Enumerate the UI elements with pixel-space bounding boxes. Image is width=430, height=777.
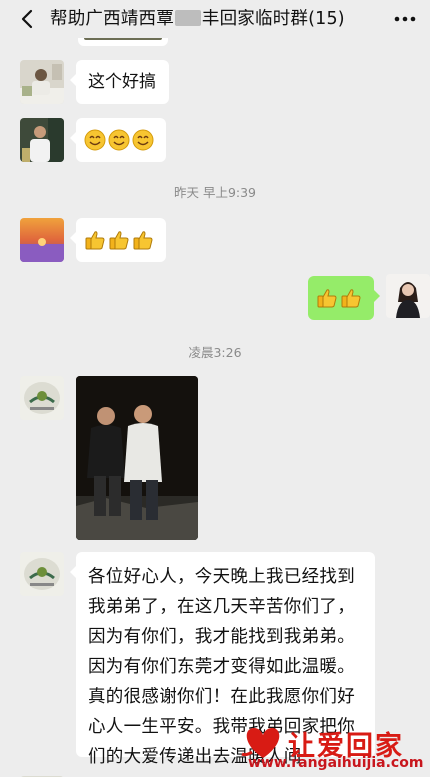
message-bubble[interactable]: 这个好搞 [70,60,169,104]
thumbs-up-icon [341,289,361,308]
emoji-row [84,128,158,152]
message-line: 各位好心人，今天晚上我已经找到 [88,567,355,587]
chat-header: 帮助广西靖西覃 丰回家临时群(15) [0,0,430,38]
avatar[interactable] [20,218,64,262]
emoji-row [84,228,158,252]
message-line: 因为有你们东莞才变得如此温暖。 [88,657,355,677]
self-avatar[interactable] [386,274,430,318]
redacted-block [174,10,201,26]
ellipsis-icon[interactable] [394,16,416,22]
message-line: 真的很感谢你们！在此我愿你们好 [88,687,355,707]
avatar[interactable] [20,376,64,420]
thumbs-up-icon [109,231,129,250]
chevron-left-icon[interactable] [17,8,39,30]
watermark-url: www.rangaihuijia.com [248,755,424,771]
avatar[interactable] [20,60,64,104]
chat-title-part1: 帮助广西靖西覃 [50,9,174,29]
message-bubble[interactable] [70,218,166,262]
chat-title-part2: 丰回家临时群(15) [201,9,345,29]
message-line: 因为有你们，我才能找到我弟弟。 [88,627,355,647]
watermark-logo: 让爱回家 www.rangaihuijia.com [236,722,430,777]
message-text: 这个好搞 [88,72,156,92]
timestamp: 昨天 早上9:39 [173,185,257,200]
smile-emoji-icon [132,129,154,151]
self-message-bubble[interactable] [308,276,380,320]
timestamp: 凌晨3:26 [188,345,242,360]
avatar[interactable] [20,769,64,777]
chat-title: 帮助广西靖西覃 丰回家临时群(15) [50,6,345,32]
avatar[interactable] [20,118,64,162]
thumbs-up-icon [317,289,337,308]
message-bubble[interactable] [70,118,166,162]
message-line: 我弟弟了，在这几天辛苦你们了， [88,597,355,617]
smile-emoji-icon [84,129,106,151]
avatar[interactable] [20,552,64,596]
smile-emoji-icon [108,129,130,151]
thumbs-up-icon [85,231,105,250]
emoji-row [316,286,366,310]
photo-message[interactable] [76,376,198,540]
thumbs-up-icon [133,231,153,250]
